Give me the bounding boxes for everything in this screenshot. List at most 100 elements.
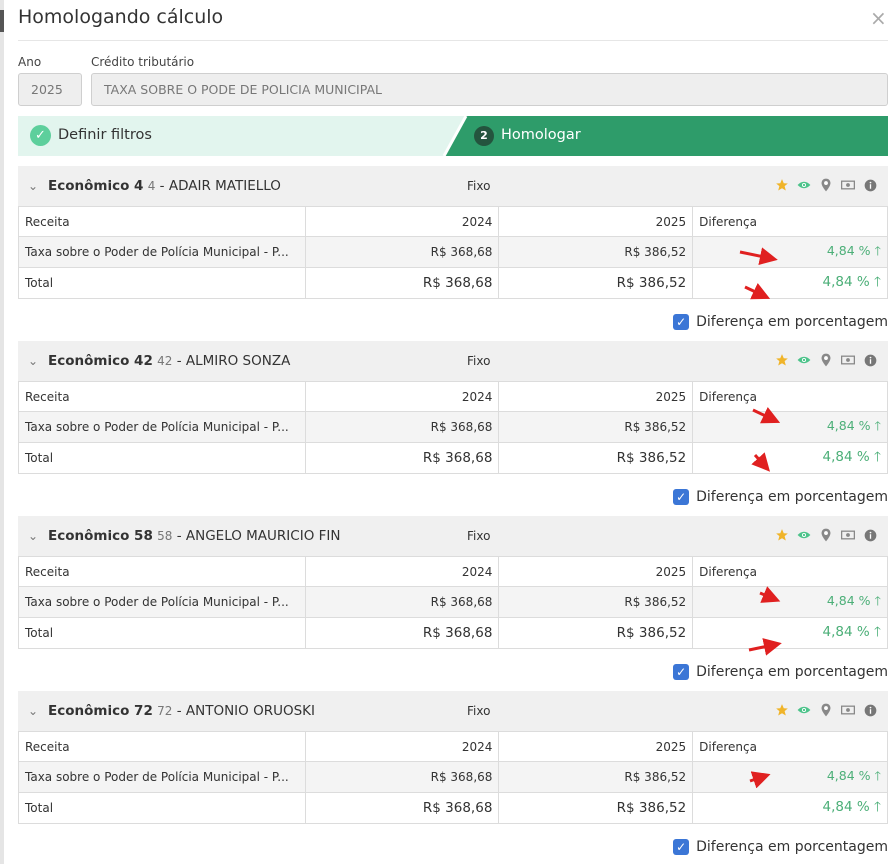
close-icon[interactable]: × xyxy=(870,6,887,30)
credit-field[interactable]: TAXA SOBRE O PODE DE POLICIA MUNICIPAL xyxy=(91,73,888,106)
values-table: Receita 2024 2025 Diferença Taxa sobre o Po… xyxy=(18,731,888,824)
arrow-up-icon: 🡑 xyxy=(874,242,881,258)
table-row: Taxa sobre o Poder de Polícia Municipal … xyxy=(18,411,888,443)
map-pin-icon[interactable] xyxy=(819,353,833,367)
star-icon[interactable] xyxy=(775,178,789,192)
eye-icon[interactable] xyxy=(797,353,811,367)
total-value-2024: R$ 368,68 xyxy=(304,617,500,649)
arrow-up-icon: 🡑 xyxy=(874,417,881,433)
eye-icon[interactable] xyxy=(797,703,811,717)
percentage-toggle[interactable]: ✓ Diferença em porcentagem xyxy=(673,314,888,330)
row-label: Taxa sobre o Poder de Polícia Municipal … xyxy=(18,586,306,618)
section-type: Fixo xyxy=(467,529,491,543)
col-receita: Receita xyxy=(18,206,306,237)
step-define-filters[interactable]: Definir filtros xyxy=(58,127,152,143)
section-header[interactable]: ⌄ Econômico 4 4 - ADAIR MATIELLO Fixo xyxy=(18,166,888,206)
checkbox[interactable]: ✓ xyxy=(673,314,690,330)
eye-icon[interactable] xyxy=(797,528,811,542)
col-diff: Diferença xyxy=(692,206,888,237)
eye-icon[interactable] xyxy=(797,178,811,192)
total-diff: 4,84 % 🡑 xyxy=(692,792,888,824)
arrow-up-icon: 🡑 xyxy=(874,592,881,608)
total-value-2024: R$ 368,68 xyxy=(304,792,500,824)
money-icon[interactable] xyxy=(841,703,855,717)
section-type: Fixo xyxy=(467,179,491,193)
total-value-2025: R$ 386,52 xyxy=(498,442,694,474)
col-year1: 2024 xyxy=(304,381,500,412)
section-actions xyxy=(775,178,877,192)
chevron-down-icon[interactable]: ⌄ xyxy=(28,354,38,368)
checkbox[interactable]: ✓ xyxy=(673,664,690,680)
info-icon[interactable] xyxy=(863,528,877,542)
money-icon[interactable] xyxy=(841,353,855,367)
section-type: Fixo xyxy=(467,704,491,718)
total-value-2025: R$ 386,52 xyxy=(498,267,694,299)
section-header[interactable]: ⌄ Econômico 42 42 - ALMIRO SONZA Fixo xyxy=(18,341,888,381)
money-icon[interactable] xyxy=(841,178,855,192)
check-icon: ✓ xyxy=(30,125,51,146)
row-diff: 4,84 % 🡑 xyxy=(692,586,888,618)
star-icon[interactable] xyxy=(775,353,789,367)
header-divider xyxy=(18,40,888,41)
section-header[interactable]: ⌄ Econômico 72 72 - ANTONIO ORUOSKI Fixo xyxy=(18,691,888,731)
chevron-down-icon[interactable]: ⌄ xyxy=(28,179,38,193)
homologation-dialog: Homologando cálculo × Ano Crédito tribut… xyxy=(4,0,894,864)
row-value-2024: R$ 368,68 xyxy=(304,411,500,443)
row-value-2024: R$ 368,68 xyxy=(304,761,500,793)
year-label: Ano xyxy=(18,55,42,69)
row-label: Taxa sobre o Poder de Polícia Municipal … xyxy=(18,236,306,268)
section-title: Econômico 58 58 - ANGELO MAURICIO FIN xyxy=(48,528,341,544)
total-diff: 4,84 % 🡑 xyxy=(692,617,888,649)
economic-section: ⌄ Econômico 58 58 - ANGELO MAURICIO FIN … xyxy=(18,516,888,680)
map-pin-icon[interactable] xyxy=(819,528,833,542)
total-diff: 4,84 % 🡑 xyxy=(692,267,888,299)
step-number-badge: 2 xyxy=(474,126,494,146)
map-pin-icon[interactable] xyxy=(819,178,833,192)
total-label: Total xyxy=(18,617,306,649)
row-value-2025: R$ 386,52 xyxy=(498,586,694,618)
info-icon[interactable] xyxy=(863,353,877,367)
chevron-down-icon[interactable]: ⌄ xyxy=(28,529,38,543)
arrow-up-icon: 🡑 xyxy=(873,273,881,290)
row-value-2024: R$ 368,68 xyxy=(304,586,500,618)
star-icon[interactable] xyxy=(775,703,789,717)
total-value-2024: R$ 368,68 xyxy=(304,442,500,474)
section-actions xyxy=(775,528,877,542)
table-row: Taxa sobre o Poder de Polícia Municipal … xyxy=(18,236,888,268)
col-year1: 2024 xyxy=(304,731,500,762)
values-table: Receita 2024 2025 Diferença Taxa sobre o Po… xyxy=(18,556,888,649)
map-pin-icon[interactable] xyxy=(819,703,833,717)
col-diff: Diferença xyxy=(692,556,888,587)
info-icon[interactable] xyxy=(863,703,877,717)
row-diff: 4,84 % 🡑 xyxy=(692,236,888,268)
col-receita: Receita xyxy=(18,381,306,412)
checkbox[interactable]: ✓ xyxy=(673,489,690,505)
col-year2: 2025 xyxy=(498,556,694,587)
col-year1: 2024 xyxy=(304,206,500,237)
economic-section: ⌄ Econômico 4 4 - ADAIR MATIELLO Fixo Re… xyxy=(18,166,888,330)
percentage-toggle[interactable]: ✓ Diferença em porcentagem xyxy=(673,664,888,680)
col-year2: 2025 xyxy=(498,206,694,237)
section-header[interactable]: ⌄ Econômico 58 58 - ANGELO MAURICIO FIN … xyxy=(18,516,888,556)
percentage-toggle[interactable]: ✓ Diferença em porcentagem xyxy=(673,839,888,855)
money-icon[interactable] xyxy=(841,528,855,542)
table-row: Taxa sobre o Poder de Polícia Municipal … xyxy=(18,761,888,793)
star-icon[interactable] xyxy=(775,528,789,542)
row-label: Taxa sobre o Poder de Polícia Municipal … xyxy=(18,411,306,443)
row-value-2025: R$ 386,52 xyxy=(498,761,694,793)
total-value-2025: R$ 386,52 xyxy=(498,792,694,824)
credit-label: Crédito tributário xyxy=(91,55,195,69)
step-homologate[interactable]: Homologar xyxy=(501,127,581,143)
checkbox[interactable]: ✓ xyxy=(673,839,690,855)
section-actions xyxy=(775,703,877,717)
chevron-down-icon[interactable]: ⌄ xyxy=(28,704,38,718)
info-icon[interactable] xyxy=(863,178,877,192)
dialog-title: Homologando cálculo xyxy=(18,6,224,28)
percentage-toggle[interactable]: ✓ Diferença em porcentagem xyxy=(673,489,888,505)
section-type: Fixo xyxy=(467,354,491,368)
table-total-row: Total R$ 368,68 R$ 386,52 4,84 % 🡑 xyxy=(18,442,888,474)
year-field[interactable]: 2025 xyxy=(18,73,82,106)
col-receita: Receita xyxy=(18,556,306,587)
total-label: Total xyxy=(18,442,306,474)
row-diff: 4,84 % 🡑 xyxy=(692,411,888,443)
